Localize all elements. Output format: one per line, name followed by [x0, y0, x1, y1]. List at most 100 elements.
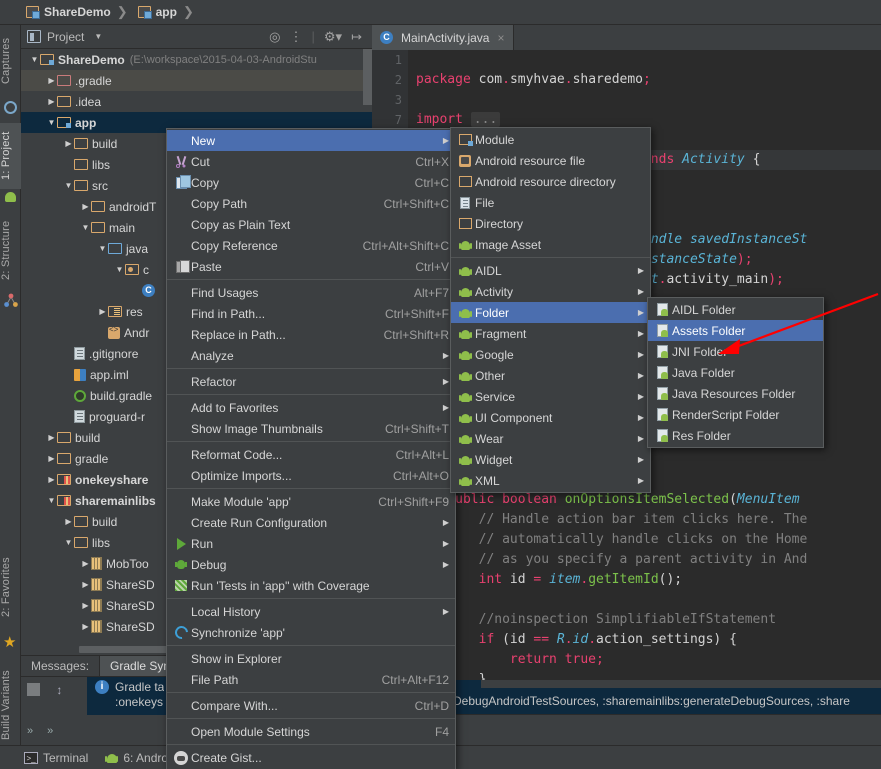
new-item-fragment[interactable]: Fragment▶	[451, 323, 650, 344]
folder-item-assets-folder[interactable]: Assets Folder	[648, 320, 823, 341]
menu-item-run-tests-in-app-with-coverage[interactable]: Run 'Tests in 'app'' with Coverage	[167, 575, 455, 596]
menu-item-show-in-explorer[interactable]: Show in Explorer	[167, 648, 455, 669]
context-menu[interactable]: New▶CutCtrl+XCopyCtrl+CCopy PathCtrl+Shi…	[166, 128, 456, 769]
menu-item-compare-with[interactable]: Compare With...Ctrl+D	[167, 695, 455, 716]
menu-item-optimize-imports[interactable]: Optimize Imports...Ctrl+Alt+O	[167, 465, 455, 486]
new-item-android-resource-directory[interactable]: Android resource directory	[451, 171, 650, 192]
breadcrumb-item-app[interactable]: app ❯	[134, 4, 200, 20]
expand-arrow-icon[interactable]: ▶	[46, 97, 57, 106]
new-item-android-resource-file[interactable]: Android resource file	[451, 150, 650, 171]
tool-window-favorites[interactable]: 2: Favorites	[0, 545, 21, 629]
menu-item-show-image-thumbnails[interactable]: Show Image ThumbnailsCtrl+Shift+T	[167, 418, 455, 439]
expand-arrow-icon[interactable]: ▶	[97, 307, 108, 316]
stop-button[interactable]	[27, 683, 40, 696]
expand-arrow-icon[interactable]: ▶	[80, 202, 91, 211]
new-item-ui-component[interactable]: UI Component▶	[451, 407, 650, 428]
expand-arrow-icon[interactable]: ▼	[46, 496, 57, 505]
menu-item-reformat-code[interactable]: Reformat Code...Ctrl+Alt+L	[167, 444, 455, 465]
new-item-wear[interactable]: Wear▶	[451, 428, 650, 449]
breadcrumb-item-project[interactable]: ShareDemo ❯	[22, 4, 134, 20]
tool-window-structure[interactable]: 2: Structure	[0, 211, 21, 289]
scroll-more-icons[interactable]: »»	[27, 725, 87, 737]
folder-item-res-folder[interactable]: Res Folder	[648, 425, 823, 446]
expand-arrow-icon[interactable]: ▶	[80, 622, 91, 631]
expand-arrow-icon[interactable]: ▶	[80, 559, 91, 568]
menu-item-cut[interactable]: CutCtrl+X	[167, 151, 455, 172]
expand-arrow-icon[interactable]: ▶	[63, 517, 74, 526]
new-item-folder[interactable]: Folder▶	[451, 302, 650, 323]
close-icon[interactable]: ×	[497, 31, 504, 45]
folder-item-java-resources-folder[interactable]: Java Resources Folder	[648, 383, 823, 404]
expand-arrow-icon[interactable]: ▶	[46, 454, 57, 463]
menu-item-new[interactable]: New▶	[167, 130, 455, 151]
menu-item-copy-as-plain-text[interactable]: Copy as Plain Text	[167, 214, 455, 235]
menu-item-create-gist[interactable]: Create Gist...	[167, 747, 455, 768]
menu-item-add-to-favorites[interactable]: Add to Favorites▶	[167, 397, 455, 418]
expand-arrow-icon[interactable]: ▶	[46, 76, 57, 85]
new-item-image-asset[interactable]: Image Asset	[451, 234, 650, 255]
tool-window-captures[interactable]: Captures	[0, 25, 21, 97]
editor-tab-mainactivity[interactable]: C MainActivity.java ×	[372, 25, 514, 50]
tree-vertical-scrollbar[interactable]	[363, 49, 372, 105]
new-item-service[interactable]: Service▶	[451, 386, 650, 407]
new-item-activity[interactable]: Activity▶	[451, 281, 650, 302]
chevron-down-icon[interactable]: ▼	[94, 32, 102, 41]
tree-node[interactable]: ▶.gradle	[21, 70, 372, 91]
menu-item-replace-in-path[interactable]: Replace in Path...Ctrl+Shift+R	[167, 324, 455, 345]
menu-item-synchronize-app[interactable]: Synchronize 'app'	[167, 622, 455, 643]
menu-item-analyze[interactable]: Analyze▶	[167, 345, 455, 366]
expand-arrow-icon[interactable]: ▶	[80, 601, 91, 610]
menu-item-find-usages[interactable]: Find UsagesAlt+F7	[167, 282, 455, 303]
tree-node[interactable]: ▶.idea	[21, 91, 372, 112]
expand-arrow-icon[interactable]: ▶	[46, 433, 57, 442]
menu-item-create-run-configuration[interactable]: Create Run Configuration▶	[167, 512, 455, 533]
expand-arrow-icon[interactable]: ▼	[80, 223, 91, 232]
menu-item-debug[interactable]: Debug▶	[167, 554, 455, 575]
menu-item-copy-path[interactable]: Copy PathCtrl+Shift+C	[167, 193, 455, 214]
tree-node[interactable]: ▼ShareDemo(E:\workspace\2015-04-03-Andro…	[21, 49, 372, 70]
expand-arrow-icon[interactable]: ▼	[29, 55, 40, 64]
folder-item-jni-folder[interactable]: JNI Folder	[648, 341, 823, 362]
expand-arrow-icon[interactable]: ▼	[63, 538, 74, 547]
collapse-icon[interactable]: ⋮	[290, 30, 303, 43]
folder-item-aidl-folder[interactable]: AIDL Folder	[648, 299, 823, 320]
new-item-other[interactable]: Other▶	[451, 365, 650, 386]
tool-window-project[interactable]: 1: Project	[0, 123, 21, 189]
folder-item-renderscript-folder[interactable]: RenderScript Folder	[648, 404, 823, 425]
menu-item-copy-reference[interactable]: Copy ReferenceCtrl+Alt+Shift+C	[167, 235, 455, 256]
status-android[interactable]: 6: Andro	[106, 751, 168, 765]
menu-item-run[interactable]: Run▶	[167, 533, 455, 554]
gear-icon[interactable]: ⚙▾	[324, 30, 342, 43]
tab-messages[interactable]: Messages:	[21, 656, 100, 676]
new-item-directory[interactable]: Directory	[451, 213, 650, 234]
menu-item-local-history[interactable]: Local History▶	[167, 601, 455, 622]
tool-window-build-variants[interactable]: Build Variants	[0, 657, 21, 753]
menu-item-paste[interactable]: PasteCtrl+V	[167, 256, 455, 277]
new-item-widget[interactable]: Widget▶	[451, 449, 650, 470]
expand-arrow-icon[interactable]: ▼	[63, 181, 74, 190]
expand-arrow-icon[interactable]: ▼	[46, 118, 57, 127]
expand-arrow-icon[interactable]: ▶	[63, 139, 74, 148]
expand-arrow-icon[interactable]: ▼	[97, 244, 108, 253]
menu-item-open-module-settings[interactable]: Open Module SettingsF4	[167, 721, 455, 742]
menu-item-refactor[interactable]: Refactor▶	[167, 371, 455, 392]
expand-arrow-icon[interactable]: ▶	[46, 475, 57, 484]
new-item-aidl[interactable]: AIDL▶	[451, 260, 650, 281]
expand-arrow-icon[interactable]: ▼	[114, 265, 125, 274]
new-item-module[interactable]: Module	[451, 129, 650, 150]
hide-icon[interactable]: ↦	[351, 30, 362, 43]
status-terminal[interactable]: >_ Terminal	[24, 751, 88, 765]
new-item-xml[interactable]: XML▶	[451, 470, 650, 491]
new-item-google[interactable]: Google▶	[451, 344, 650, 365]
expand-arrow-icon[interactable]: ▶	[80, 580, 91, 589]
folder-submenu[interactable]: AIDL FolderAssets FolderJNI FolderJava F…	[647, 297, 824, 448]
folder-item-java-folder[interactable]: Java Folder	[648, 362, 823, 383]
menu-item-file-path[interactable]: File PathCtrl+Alt+F12	[167, 669, 455, 690]
target-icon[interactable]: ◎	[269, 30, 280, 43]
menu-item-make-module-app[interactable]: Make Module 'app'Ctrl+Shift+F9	[167, 491, 455, 512]
menu-item-copy[interactable]: CopyCtrl+C	[167, 172, 455, 193]
menu-item-find-in-path[interactable]: Find in Path...Ctrl+Shift+F	[167, 303, 455, 324]
gradle-output-row[interactable]: DebugAndroidTestSources, :sharemainlibs:…	[449, 688, 881, 714]
expand-collapse-icon[interactable]: ↕	[56, 683, 62, 697]
new-submenu[interactable]: ModuleAndroid resource fileAndroid resou…	[450, 127, 651, 493]
